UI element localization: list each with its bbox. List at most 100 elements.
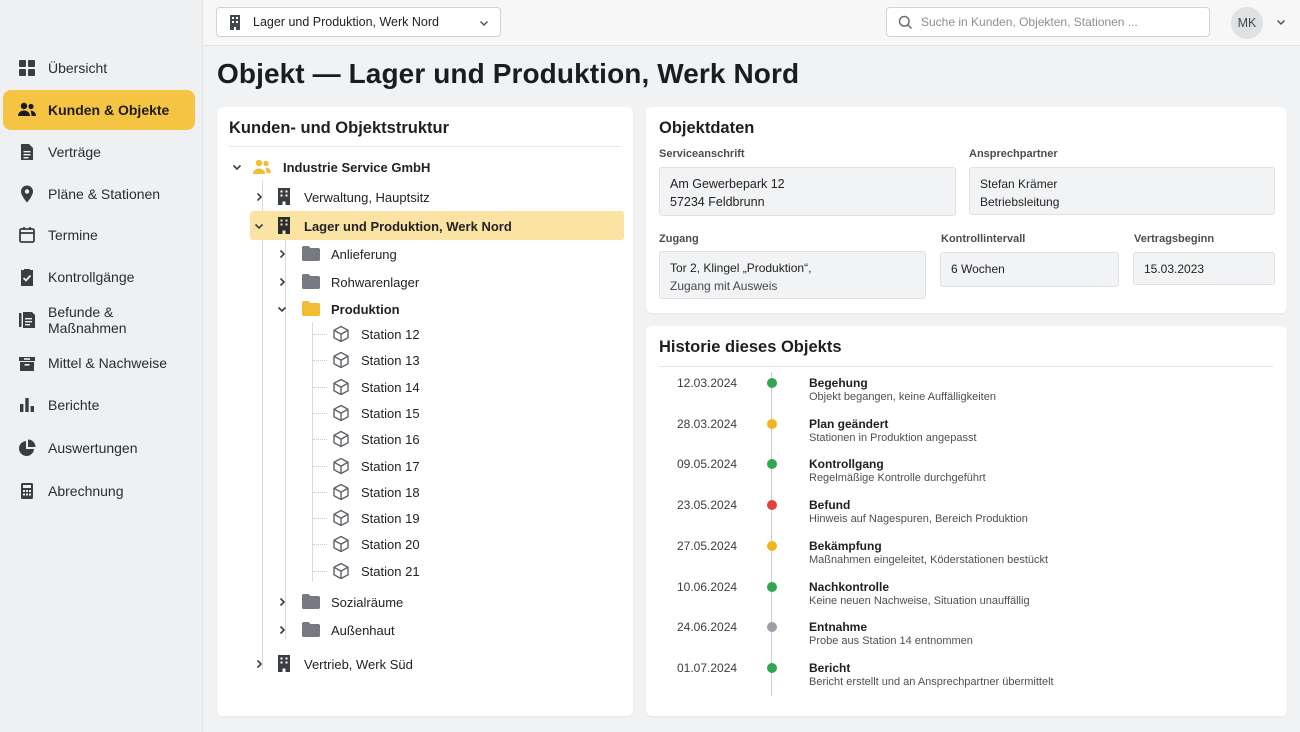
sidebar-item-mittel-nachweise[interactable]: Mittel & Nachweise [3,343,195,383]
history-description: Probe aus Station 14 entnommen [809,635,973,647]
object-select-value: Lager und Produktion, Werk Nord [253,15,439,29]
sidebar-item-berichte[interactable]: Berichte [3,385,195,425]
sidebar-item-termine[interactable]: Termine [3,215,195,255]
sidebar-item-label: Kunden & Objekte [48,102,170,118]
tree-item-area-expanded[interactable]: Produktion [274,296,623,322]
chevron-down-icon [231,161,243,173]
building-icon [277,188,291,205]
tree-item-label: Rohwarenlager [331,274,420,290]
ansprechpartner-field[interactable]: Stefan Krämer Betriebsleitung [969,167,1275,215]
sidebar-item-label: Termine [48,227,98,243]
tree-item-label: Lager und Produktion, Werk Nord [304,218,512,234]
sidebar-item-kunden-objekte[interactable]: Kunden & Objekte [3,90,195,130]
field-label: Kontrollintervall [941,233,1026,245]
cube-icon [332,509,350,527]
building-icon [277,655,291,672]
status-dot [767,663,777,673]
search-field[interactable] [886,7,1210,37]
tree-item-area[interactable]: Rohwarenlager [274,269,623,295]
sidebar-item-vertraege[interactable]: Verträge [3,132,195,172]
tree-item-station[interactable]: Station 18 [300,479,623,505]
tree-item-station[interactable]: Station 15 [300,400,623,426]
sidebar-item-befunde-massnahmen[interactable]: Befunde & Maßnahmen [3,300,195,340]
tree-item-station[interactable]: Station 14 [300,374,623,400]
tree-item-station[interactable]: Station 12 [300,321,623,347]
cube-icon [332,457,350,475]
cube-icon [332,535,350,553]
sidebar-item-plaene-stationen[interactable]: Pläne & Stationen [3,174,195,214]
folder-icon [302,622,320,637]
tree-item-station[interactable]: Station 20 [300,531,623,557]
field-value: 6 Wochen [951,262,1005,276]
sidebar: Übersicht Kunden & Objekte Verträge Plän… [0,0,203,732]
sidebar-item-label: Abrechnung [48,483,124,499]
history-date: 12.03.2024 [677,376,738,390]
tree-item-site-selected[interactable]: Lager und Produktion, Werk Nord [250,213,623,239]
status-dot [767,622,777,632]
cube-icon [332,378,350,396]
field-value-line: Am Gewerbepark 12 [670,177,785,191]
chevron-right-icon [276,624,288,636]
vertragsbeginn-field[interactable]: 15.03.2023 [1133,252,1275,285]
pie-chart-icon [17,438,37,458]
list-document-icon [17,310,37,330]
tree-item-label: Station 21 [361,563,420,579]
tree-item-station[interactable]: Station 13 [300,347,623,373]
field-label: Serviceanschrift [659,148,745,160]
tree-item-station[interactable]: Station 21 [300,558,623,584]
chevron-down-icon[interactable] [1275,16,1287,28]
history-title: Entnahme [809,620,868,634]
history-title: Kontrollgang [809,457,884,471]
tree-item-label: Station 14 [361,379,420,395]
tree-connector [313,439,327,440]
serviceanschrift-field[interactable]: Am Gewerbepark 12 57234 Feldbrunn [659,167,956,216]
status-dot [767,419,777,429]
sidebar-item-abrechnung[interactable]: Abrechnung [3,471,195,511]
tree-item-site[interactable]: Verwaltung, Hauptsitz [250,184,623,210]
history-title: Begehung [809,376,868,390]
tree-item-area[interactable]: Sozialräume [274,589,623,615]
map-pin-icon [17,184,37,204]
tree-item-label: Station 16 [361,431,420,447]
cube-icon [332,430,350,448]
sidebar-item-label: Befunde & Maßnahmen [48,304,127,336]
panel-title: Historie dieses Objekts [659,338,842,356]
clipboard-check-icon [17,267,37,287]
history-description: Keine neuen Nachweise, Situation unauffä… [809,595,1030,607]
sidebar-item-label: Mittel & Nachweise [48,355,168,371]
tree-item-area[interactable]: Anlieferung [274,241,623,267]
object-select[interactable]: Lager und Produktion, Werk Nord [216,7,501,37]
search-input[interactable] [921,8,1201,36]
tree-connector [313,544,327,545]
sidebar-item-auswertungen[interactable]: Auswertungen [3,428,195,468]
field-value-line: 57234 Feldbrunn [670,194,765,209]
sidebar-item-uebersicht[interactable]: Übersicht [3,48,195,88]
tree-connector [313,466,327,467]
tree-item-area[interactable]: Außenhaut [274,617,623,643]
tree-item-station[interactable]: Station 17 [300,453,623,479]
status-dot [767,582,777,592]
panel-title: Objektdaten [659,119,755,137]
field-label: Ansprechpartner [969,148,1058,160]
bar-chart-icon [17,395,37,415]
kontrollintervall-field[interactable]: 6 Wochen [940,252,1119,287]
sidebar-item-label: Kontrollgänge [48,269,135,285]
tree-item-site[interactable]: Vertrieb, Werk Süd [250,651,623,677]
building-icon [277,217,291,234]
tree-item-label: Außenhaut [331,622,395,638]
cube-icon [332,483,350,501]
zugang-field[interactable]: Tor 2, Klingel „Produktion“, Zugang mit … [659,251,926,299]
sidebar-item-kontrollgaenge[interactable]: Kontrollgänge [3,257,195,297]
tree-item-station[interactable]: Station 19 [300,505,623,531]
chevron-right-icon [276,276,288,288]
panel-title: Kunden- und Objektstruktur [229,119,449,137]
status-dot [767,378,777,388]
history-title: Befund [809,498,851,512]
chevron-down-icon [253,220,265,232]
tree-item-station[interactable]: Station 16 [300,426,623,452]
tree-item-customer[interactable]: Industrie Service GmbH [228,154,623,180]
sidebar-item-label: Auswertungen [48,440,138,456]
avatar[interactable]: MK [1231,7,1263,39]
status-dot [767,541,777,551]
chevron-right-icon [276,596,288,608]
